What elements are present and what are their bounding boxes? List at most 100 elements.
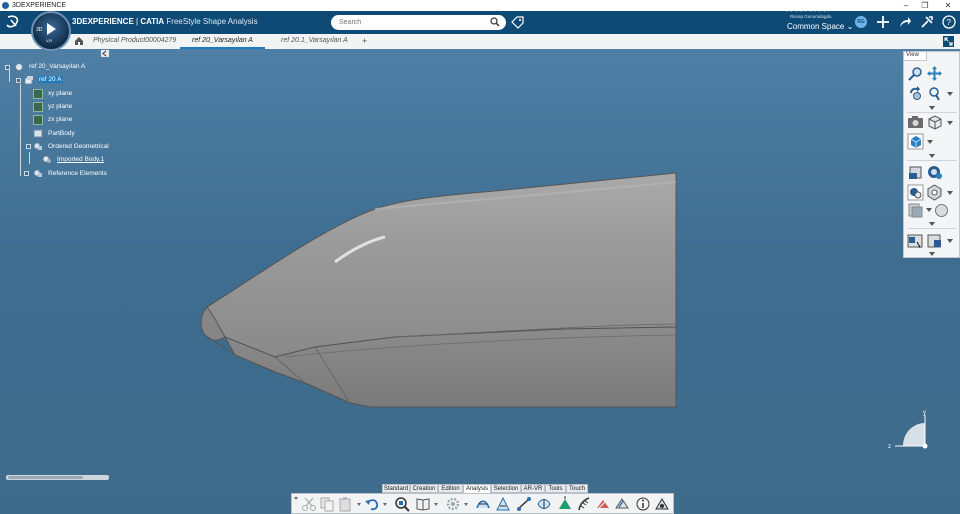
clipping-icon[interactable] (907, 202, 924, 219)
search-icon[interactable] (490, 17, 500, 27)
tree-item-xy-plane[interactable]: xy plane (48, 90, 72, 97)
help-icon[interactable]: ? (942, 15, 956, 29)
fullscreen-icon[interactable] (943, 36, 954, 47)
chevron-down-icon[interactable] (434, 503, 438, 506)
layer-icon[interactable] (907, 164, 924, 181)
imported-body-icon (42, 155, 51, 163)
tab-ref20-1[interactable]: ref 20.1_Varsayılan A (281, 34, 348, 49)
chevron-down-icon[interactable] (927, 140, 933, 144)
capture-icon[interactable] (907, 114, 924, 131)
tree-scrollbar-thumb[interactable] (8, 476, 83, 479)
tree-item-partbody[interactable]: PartBody (48, 130, 75, 137)
ds-logo-icon[interactable] (5, 14, 23, 31)
chevron-down-icon[interactable] (947, 191, 953, 195)
tree-part-label[interactable]: ref 20 A (38, 76, 63, 83)
chevron-down-icon[interactable] (357, 503, 361, 506)
tree-item-reference-elements[interactable]: Reference Elements (48, 170, 107, 177)
tree-expander-part[interactable] (16, 78, 21, 83)
hide-show-icon[interactable] (926, 164, 943, 181)
app-name-label: FreeStyle Shape Analysis (166, 17, 258, 26)
chevron-down-icon[interactable] (464, 503, 468, 506)
surface-normal-icon[interactable] (557, 496, 573, 512)
settings-ball-icon[interactable] (933, 202, 950, 219)
zoom-icon[interactable] (907, 65, 924, 82)
minimize-button[interactable]: – (898, 0, 914, 11)
tree-expander-ordered[interactable] (26, 144, 31, 149)
action-bar-menu-icon[interactable] (294, 497, 298, 500)
tab-ar-vr[interactable]: AR-VR (521, 484, 545, 493)
chevron-down-icon[interactable] (383, 503, 387, 506)
3d-viewport[interactable]: ref 20_Varsayılan A ref 20 A xy plane yz… (0, 49, 960, 514)
pan-icon[interactable] (926, 65, 943, 82)
chevron-down-icon[interactable] (926, 208, 932, 212)
avatar[interactable]: RG (855, 16, 867, 28)
hexagon-icon[interactable] (926, 184, 943, 201)
tree-item-ordered-geometrical[interactable]: Ordered Geometrical (48, 143, 109, 150)
book-icon[interactable] (415, 496, 431, 512)
compass-widget[interactable]: 3D V,R (31, 11, 71, 51)
paste-icon[interactable] (338, 496, 354, 512)
plane-icon (33, 102, 43, 112)
porcupine-icon[interactable] (576, 496, 592, 512)
tab-selection[interactable]: Selection (491, 484, 521, 493)
fit-all-icon[interactable] (394, 496, 410, 512)
tab-analysis[interactable]: Analysis (463, 484, 491, 493)
new-tab-button[interactable]: + (362, 34, 367, 49)
chevron-down-icon[interactable] (929, 106, 935, 110)
tree-item-yz-plane[interactable]: yz plane (48, 103, 72, 110)
cut-icon[interactable] (301, 496, 317, 512)
tree-root-label[interactable]: ref 20_Varsayılan A (29, 63, 85, 70)
draft-analysis-icon[interactable] (495, 496, 511, 512)
collab-space-dropdown[interactable]: Common Space ⌄ (787, 22, 853, 31)
swap-visible-icon[interactable] (907, 184, 924, 201)
tree-expander-reference[interactable] (24, 171, 29, 176)
tab-ref20[interactable]: ref 20_Varsayılan A (180, 34, 265, 49)
distance-analysis-icon[interactable] (516, 496, 532, 512)
search-input[interactable] (339, 16, 484, 28)
gear-icon[interactable] (445, 496, 461, 512)
search-box[interactable] (331, 15, 506, 30)
info-icon[interactable] (635, 496, 651, 512)
tab-standard[interactable]: Standard (382, 484, 410, 493)
tree-collapse-button[interactable] (101, 50, 109, 57)
copy-icon[interactable] (319, 496, 335, 512)
close-button[interactable]: ✕ (940, 0, 956, 11)
3d-model-surface[interactable] (195, 167, 685, 412)
home-icon[interactable] (74, 36, 84, 46)
tag-icon[interactable] (511, 16, 524, 29)
highlight-lines-icon[interactable] (614, 496, 630, 512)
tools-icon[interactable] (920, 15, 934, 29)
chevron-down-icon[interactable] (947, 239, 953, 243)
tree-item-imported-body[interactable]: Imported Body.1 (57, 156, 104, 163)
chevron-down-icon[interactable] (929, 252, 935, 256)
chevron-down-icon[interactable] (929, 222, 935, 226)
chevron-down-icon[interactable] (947, 121, 953, 125)
share-icon[interactable] (898, 15, 912, 29)
shading-icon[interactable] (907, 133, 924, 150)
undo-icon[interactable] (364, 496, 380, 512)
reflection-lines-icon[interactable] (595, 496, 611, 512)
clipping-box-icon[interactable] (926, 232, 943, 249)
tab-edition[interactable]: Edition (438, 484, 463, 493)
tab-creation[interactable]: Creation (410, 484, 438, 493)
play-icon[interactable] (47, 23, 56, 35)
tab-physical-product[interactable]: Physical Product00004279 (93, 34, 176, 49)
maximize-button[interactable]: ❐ (917, 0, 933, 11)
view-cube-icon[interactable] (926, 114, 943, 131)
tree-item-zx-plane[interactable]: zx plane (48, 116, 72, 123)
tree-expander-root[interactable] (5, 65, 10, 70)
tab-tools[interactable]: Tools (545, 484, 566, 493)
analysis-settings-icon[interactable] (654, 496, 670, 512)
tab-touch[interactable]: Touch (566, 484, 588, 493)
curvature-analysis-icon[interactable] (475, 496, 491, 512)
rotate-icon[interactable] (907, 85, 924, 102)
axis-triad[interactable]: y z (885, 409, 940, 459)
add-icon[interactable] (876, 15, 890, 29)
top-bar: 3DEXPERIENCE | CATIA FreeStyle Shape Ana… (0, 9, 960, 34)
chevron-down-icon[interactable] (947, 92, 953, 96)
section-view-icon[interactable] (907, 232, 924, 249)
tree-scrollbar[interactable] (6, 475, 109, 480)
zoom-area-icon[interactable] (926, 85, 943, 102)
connect-checker-icon[interactable] (536, 496, 552, 512)
chevron-down-icon[interactable] (929, 154, 935, 158)
